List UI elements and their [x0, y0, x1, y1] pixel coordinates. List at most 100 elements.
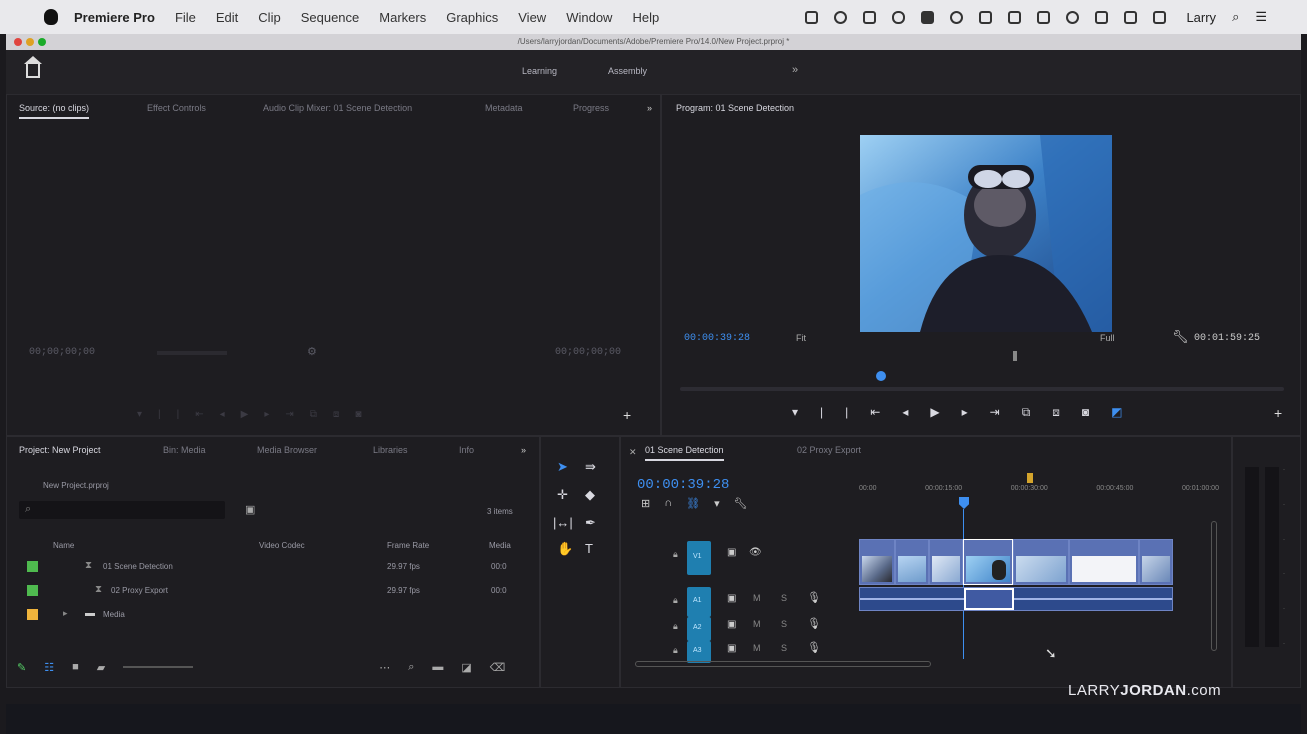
new-bin-from-search-icon[interactable]: ▣ [245, 503, 255, 516]
pencil-icon[interactable]: ✎ [17, 661, 26, 674]
timeline-playhead[interactable] [959, 497, 969, 509]
source-add-button-icon[interactable]: + [623, 407, 631, 423]
program-timecode[interactable]: 00:00:39:28 [684, 333, 750, 344]
lock-icon[interactable]: 🔒︎ [673, 645, 678, 656]
toggle-sync-lock-icon[interactable]: ▣ [727, 547, 736, 558]
table-row[interactable]: ⧗ 01 Scene Detection 29.97 fps 00:0 [15, 557, 515, 577]
microphone-icon[interactable]: 🎙︎ [807, 641, 821, 654]
menu-help[interactable]: Help [632, 10, 659, 25]
source-settings-icon[interactable]: ⚙ [307, 345, 317, 358]
tab-sequence-scene-detection[interactable]: 01 Scene Detection [645, 445, 724, 461]
audio-clip-selected[interactable] [964, 588, 1014, 610]
menu-view[interactable]: View [518, 10, 546, 25]
track-a1-target[interactable]: A1 [687, 587, 711, 617]
shield-icon[interactable] [921, 10, 935, 24]
timeline-vertical-scrollbar[interactable] [1211, 521, 1217, 651]
table-row[interactable]: ▸ ▬ Media [15, 605, 515, 625]
mute-icon[interactable]: M [753, 643, 761, 653]
source-insert-icon[interactable]: ⧉ [310, 409, 317, 420]
dropbox-icon[interactable] [979, 10, 993, 24]
microphone-icon[interactable]: 🎙︎ [807, 617, 821, 630]
timeline-horizontal-scrollbar[interactable] [635, 661, 931, 667]
track-v1-target[interactable]: V1 [687, 541, 711, 575]
minimize-window-button[interactable] [26, 38, 34, 46]
menu-clip[interactable]: Clip [258, 10, 280, 25]
type-tool-icon[interactable]: T [585, 541, 593, 556]
ruler-marker[interactable] [1027, 473, 1033, 483]
list-view-icon[interactable]: ☷ [44, 661, 54, 674]
track-select-tool-icon[interactable]: ⇛ [585, 459, 596, 475]
source-zoom-slider[interactable] [157, 351, 227, 355]
bolt-icon[interactable] [834, 10, 848, 24]
audio-clip-a1[interactable] [859, 587, 1173, 611]
video-clip-selected[interactable] [963, 539, 1013, 585]
toggle-sync-lock-icon[interactable]: ▣ [727, 643, 736, 654]
lock-icon[interactable]: 🔒︎ [673, 549, 678, 560]
zoom-slider[interactable] [123, 666, 194, 668]
source-out-icon[interactable]: | [177, 409, 180, 420]
tab-libraries[interactable]: Libraries [373, 445, 408, 455]
source-goto-in-icon[interactable]: ⇤ [195, 409, 203, 420]
goto-in-icon[interactable]: ⇤ [870, 405, 880, 420]
zoom-window-button[interactable] [38, 38, 46, 46]
video-clip[interactable] [1139, 539, 1173, 585]
time-ruler[interactable]: 00:00 00:00:15:00 00:00:30:00 00:00:45:0… [859, 485, 1219, 499]
pen-tool-icon[interactable]: ✒ [585, 515, 596, 531]
source-timecode-in[interactable]: 00;00;00;00 [29, 347, 95, 358]
source-step-forward-icon[interactable]: ▸ [264, 409, 269, 420]
extract-icon[interactable]: ⧈ [1052, 405, 1060, 420]
comparison-view-icon[interactable]: ◩ [1111, 405, 1122, 420]
icon-view-icon[interactable]: ■ [72, 661, 79, 673]
camera-icon[interactable]: ◙ [1082, 405, 1089, 420]
col-video-codec[interactable]: Video Codec [259, 541, 305, 550]
workspace-assembly[interactable]: Assembly [608, 66, 647, 76]
timeline-settings-icon[interactable]: 🔧︎ [734, 497, 748, 510]
step-forward-icon[interactable]: ▸ [962, 405, 968, 420]
menu-file[interactable]: File [175, 10, 196, 25]
source-marker-icon[interactable]: ▾ [137, 409, 142, 420]
tab-effect-controls[interactable]: Effect Controls [147, 103, 206, 113]
program-add-button-icon[interactable]: + [1274, 405, 1282, 421]
toggle-sync-lock-icon[interactable]: ▣ [727, 593, 736, 604]
toggle-sync-lock-icon[interactable]: ▣ [727, 619, 736, 630]
tab-progress[interactable]: Progress [573, 103, 609, 113]
lock-icon[interactable]: 🔒︎ [673, 621, 678, 632]
project-tabs-overflow-icon[interactable]: » [521, 445, 526, 455]
menu-edit[interactable]: Edit [216, 10, 238, 25]
ripple-edit-tool-icon[interactable]: ✛ [557, 487, 568, 503]
microphone-icon[interactable]: 🎙︎ [807, 591, 821, 604]
wrench-icon[interactable]: 🔧︎ [1172, 329, 1189, 345]
menu-app-name[interactable]: Premiere Pro [74, 10, 155, 25]
goto-out-icon[interactable]: ⇥ [990, 405, 1000, 420]
bluetooth-icon[interactable] [1008, 10, 1022, 24]
video-clip[interactable] [1013, 539, 1069, 585]
col-name[interactable]: Name [53, 541, 74, 550]
video-clip[interactable] [929, 539, 963, 585]
tab-source[interactable]: Source: (no clips) [19, 103, 90, 119]
tabs-overflow-icon[interactable]: » [647, 103, 652, 113]
lift-icon[interactable]: ⧉ [1022, 405, 1031, 420]
solo-icon[interactable]: S [781, 619, 787, 629]
step-back-icon[interactable]: ◂ [902, 405, 908, 420]
tab-info[interactable]: Info [459, 445, 474, 455]
new-item-icon[interactable]: ◪ [461, 661, 471, 674]
solo-icon[interactable]: S [781, 643, 787, 653]
grid-icon[interactable] [863, 10, 877, 24]
play-icon[interactable]: ▶ [930, 405, 939, 420]
project-search-input[interactable]: ⌕ [19, 501, 225, 519]
apple-icon[interactable] [44, 9, 58, 25]
freeform-view-icon[interactable]: ▰ [97, 661, 105, 674]
program-playhead[interactable] [876, 371, 886, 381]
insert-nest-icon[interactable]: ⊞ [641, 497, 650, 510]
mark-in-icon[interactable]: | [820, 405, 823, 420]
col-media[interactable]: Media [489, 541, 511, 550]
track-a3-target[interactable]: A3 [687, 641, 711, 663]
clock-icon[interactable] [1066, 10, 1080, 24]
linked-selection-icon[interactable]: ⛓ [686, 497, 700, 510]
source-overwrite-icon[interactable]: ⧈ [333, 409, 339, 420]
source-timecode-out[interactable]: 00;00;00;00 [555, 347, 621, 358]
source-export-frame-icon[interactable]: ◙ [355, 409, 361, 420]
source-step-back-icon[interactable]: ◂ [220, 409, 225, 420]
tab-media-browser[interactable]: Media Browser [257, 445, 317, 455]
wifi-icon[interactable] [1095, 10, 1109, 24]
